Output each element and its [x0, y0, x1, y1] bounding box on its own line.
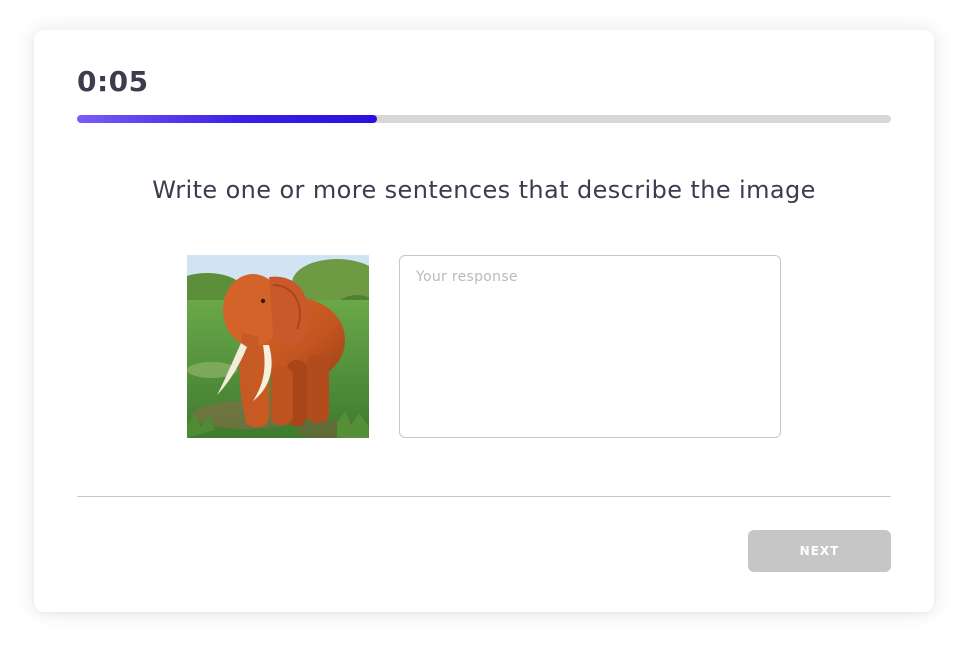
question-card: 0:05 Write one or more sentences that de…	[34, 30, 934, 612]
question-prompt: Write one or more sentences that describ…	[152, 176, 816, 204]
next-button[interactable]: NEXT	[748, 530, 891, 572]
timer-progress-bar	[77, 115, 891, 123]
question-image	[187, 255, 369, 438]
response-textarea[interactable]	[399, 255, 781, 438]
countdown-timer: 0:05	[77, 65, 149, 98]
footer-divider	[77, 496, 891, 497]
elephant-image	[187, 255, 369, 438]
timer-progress-fill	[77, 115, 377, 123]
